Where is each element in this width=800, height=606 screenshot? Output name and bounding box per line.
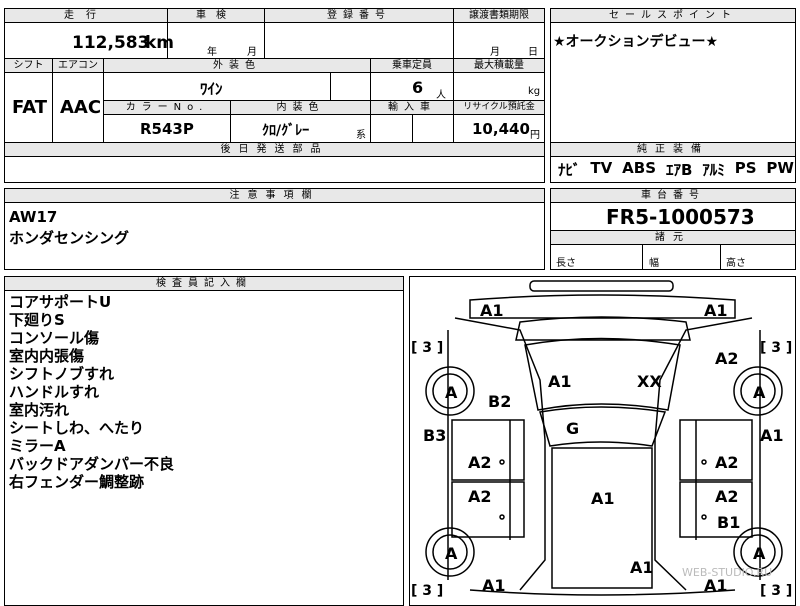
interior-color-header: 内装色 bbox=[231, 101, 370, 115]
tire-fr: [ 3 ] bbox=[760, 340, 793, 356]
max-load-header: 最大積載量 bbox=[454, 59, 544, 73]
equipment-airbag: ｴｱB bbox=[665, 161, 693, 179]
front-bumper-shape bbox=[529, 280, 674, 292]
notes-line-1: AW17 bbox=[9, 208, 58, 226]
color-no-value: R543P bbox=[140, 120, 194, 138]
inspector-note: ハンドルすれ bbox=[9, 383, 100, 401]
mark-left-rear-door: A2 bbox=[468, 487, 492, 506]
mark-rear: A1 bbox=[630, 558, 654, 577]
mark-right-rear-lower: B1 bbox=[717, 513, 741, 532]
registration-header: 登録番号 bbox=[265, 9, 453, 23]
wheel-fl-mark: A bbox=[445, 383, 458, 402]
mark-right-fender: A2 bbox=[715, 349, 739, 368]
mark-roof: A1 bbox=[591, 489, 615, 508]
inspection-header: 車検 bbox=[168, 9, 264, 23]
recycle-header: リサイクル預託金 bbox=[454, 101, 544, 115]
wheel-rl-mark: A bbox=[445, 544, 458, 563]
mark-windshield: G bbox=[566, 419, 580, 438]
mark-front-right: A1 bbox=[704, 301, 728, 320]
mileage-value: 112,583 bbox=[72, 33, 150, 53]
wheel-fr-mark: A bbox=[753, 383, 766, 402]
inspector-header: 検査員記入欄 bbox=[5, 277, 403, 291]
dimensions-header: 諸元 bbox=[551, 231, 795, 245]
inspector-note: ミラーA bbox=[9, 437, 66, 455]
inspector-note: 室内内張傷 bbox=[9, 347, 85, 365]
aircon-header: エアコン bbox=[53, 59, 103, 73]
import-header: 輸入車 bbox=[371, 101, 453, 115]
aircon-value: AAC bbox=[60, 97, 102, 118]
mileage-unit: km bbox=[145, 33, 175, 53]
chassis-value: FR5-1000573 bbox=[606, 205, 755, 229]
wheel-rr-mark: A bbox=[753, 544, 766, 563]
equipment-alloy: ｱﾙﾐ bbox=[702, 161, 725, 179]
mark-right-front-door: A2 bbox=[715, 453, 739, 472]
tire-rl: [ 3 ] bbox=[411, 583, 444, 599]
transfer-month: 月 bbox=[490, 47, 500, 58]
mark-hood-right: XX bbox=[637, 372, 662, 391]
equipment-list: ﾅﾋﾞ TV ABS ｴｱB ｱﾙﾐ PS PW bbox=[558, 159, 794, 180]
inspector-notes-list: コアサポートU 下廻りS コンソール傷 室内内張傷 シフトノブすれ ハンドルすれ… bbox=[9, 293, 174, 491]
dim-height: 高さ bbox=[726, 258, 746, 269]
tire-rr: [ 3 ] bbox=[760, 583, 793, 599]
dim-width: 幅 bbox=[649, 258, 659, 269]
capacity-unit: 人 bbox=[436, 90, 446, 101]
max-load-unit: kg bbox=[528, 86, 541, 97]
inspector-note: 右フェンダー鯛整跡 bbox=[9, 473, 145, 491]
transfer-day: 日 bbox=[528, 47, 538, 58]
inspector-note: シートしわ、へたり bbox=[9, 419, 145, 437]
exterior-color-value: ﾜｲﾝ bbox=[200, 80, 223, 98]
mark-rear-left: A1 bbox=[482, 576, 506, 595]
equipment-navi: ﾅﾋﾞ bbox=[558, 161, 581, 179]
equipment-pw: PW bbox=[766, 159, 794, 177]
recycle-unit: 円 bbox=[530, 130, 540, 141]
mark-right-side: A1 bbox=[760, 426, 784, 445]
notes-header: 注意事項欄 bbox=[5, 189, 544, 203]
inspection-month: 月 bbox=[247, 47, 257, 58]
inspector-note: コンソール傷 bbox=[9, 329, 100, 347]
mark-right-rear-door: A2 bbox=[715, 487, 739, 506]
car-damage-diagram: [ 3 ] [ 3 ] [ 3 ] [ 3 ] A A A A A1 A1 A2… bbox=[409, 276, 796, 606]
mileage-header: 走行 bbox=[5, 9, 167, 23]
interior-color-value: ｸﾛ/ｸﾞﾚｰ bbox=[262, 123, 310, 139]
recycle-value: 10,440 bbox=[472, 120, 530, 138]
equipment-abs: ABS bbox=[622, 159, 657, 177]
mark-left-front-area: B2 bbox=[488, 392, 512, 411]
equipment-tv: TV bbox=[590, 159, 613, 177]
mark-left-front-door: A2 bbox=[468, 453, 492, 472]
inspector-note: コアサポートU bbox=[9, 293, 112, 311]
equipment-ps: PS bbox=[734, 159, 757, 177]
watermark: WEB-STUDIO.RU bbox=[682, 566, 773, 579]
mark-front-left: A1 bbox=[480, 301, 504, 320]
mark-hood: A1 bbox=[548, 372, 572, 391]
exterior-color-header: 外装色 bbox=[104, 59, 370, 73]
later-parts-header: 後日発送部品 bbox=[5, 143, 544, 157]
chassis-header: 車台番号 bbox=[551, 189, 795, 203]
sales-points-header: セールスポイント bbox=[551, 9, 795, 23]
sales-point-text: ★オークションデビュー★ bbox=[553, 34, 719, 50]
dim-length: 長さ bbox=[556, 258, 576, 269]
mark-left-side: B3 bbox=[423, 426, 447, 445]
shift-header: シフト bbox=[5, 59, 52, 73]
notes-line-2: ホンダセンシング bbox=[9, 229, 130, 247]
equipment-header: 純正装備 bbox=[551, 143, 795, 157]
interior-suffix: 系 bbox=[356, 130, 366, 141]
shift-value: FAT bbox=[12, 97, 48, 118]
inspector-note: 室内汚れ bbox=[9, 401, 70, 419]
tire-fl: [ 3 ] bbox=[411, 340, 444, 356]
inspector-note: バックドアダンパー不良 bbox=[9, 455, 175, 473]
car-outline bbox=[469, 294, 736, 319]
color-no-header: カラーNo. bbox=[104, 101, 230, 115]
transfer-deadline-header: 譲渡書類期限 bbox=[454, 9, 544, 23]
inspection-year: 年 bbox=[207, 47, 217, 58]
inspector-note: 下廻りS bbox=[9, 311, 65, 329]
capacity-value: 6 bbox=[412, 78, 424, 97]
inspector-note: シフトノブすれ bbox=[9, 365, 115, 383]
capacity-header: 乗車定員 bbox=[371, 59, 453, 73]
